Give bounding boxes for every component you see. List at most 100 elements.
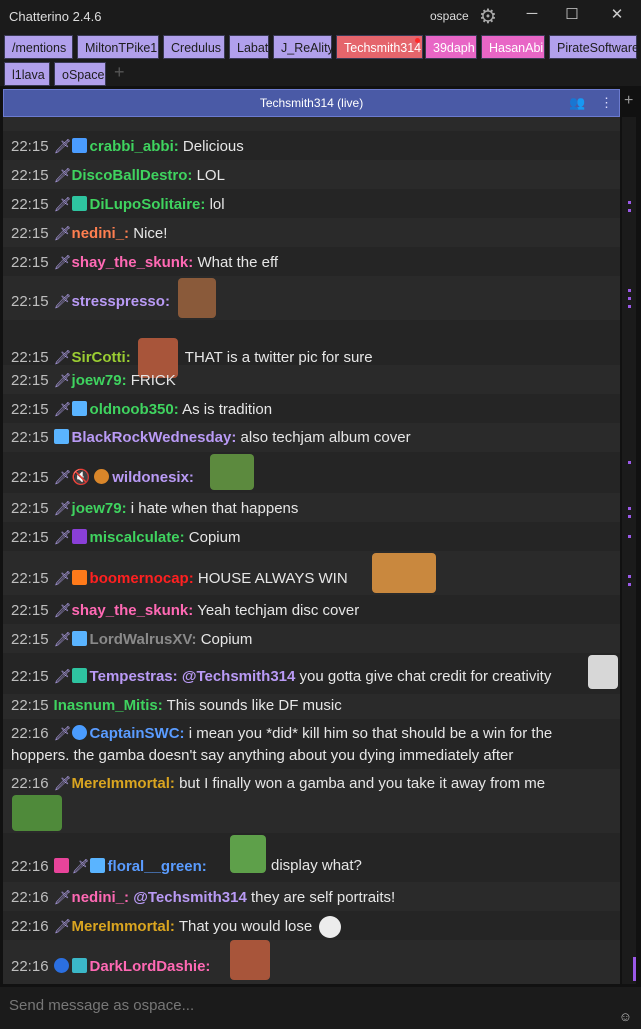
chat-message[interactable]: 22:15 🗡shay_the_skunk: What the eff xyxy=(3,247,620,276)
add-tab-icon[interactable]: + xyxy=(114,62,125,83)
tab-ospace[interactable]: oSpace xyxy=(54,62,106,86)
chat-messages[interactable]: 22:15 🗡 crabbi_abbi: Delicious 22:15 🗡Disco… xyxy=(3,117,620,984)
chat-message[interactable]: 22:15 🗡SirCotti: THAT is a twitter pic fo… xyxy=(3,320,620,378)
close-button[interactable]: ✕ xyxy=(607,5,627,23)
chat-message[interactable]: 22:15 🗡nedini_: Nice! xyxy=(3,218,620,247)
emote-white-face[interactable] xyxy=(319,916,342,939)
username[interactable]: DarkLordDashie: xyxy=(90,958,211,975)
emote-copium-frog[interactable] xyxy=(210,454,254,490)
tab-39daph[interactable]: 39daph xyxy=(425,35,477,59)
emote-face[interactable] xyxy=(588,655,618,689)
username[interactable]: wildonesix: xyxy=(112,469,194,486)
username[interactable]: Inasnum_Mitis: xyxy=(54,697,163,714)
mention[interactable]: @Techsmith314 xyxy=(182,668,296,685)
username[interactable]: MereImmortal: xyxy=(72,775,175,792)
username[interactable]: joew79: xyxy=(72,500,127,517)
message-input[interactable]: Send message as ospace... xyxy=(9,997,194,1014)
chat-message[interactable]: 22:16 🗡MereImmortal: That you would lose xyxy=(3,911,620,940)
chat-message[interactable]: 22:15 🗡shay_the_skunk: Yeah techjam disc … xyxy=(3,595,620,624)
username[interactable]: shay_the_skunk: xyxy=(72,254,194,271)
chat-message[interactable]: 22:15 🗡 DiLupoSolitaire: lol xyxy=(3,189,620,218)
username[interactable]: joew79: xyxy=(72,372,127,389)
minimize-button[interactable]: ─ xyxy=(522,5,542,22)
tab-techsmith314[interactable]: Techsmith314 xyxy=(336,35,423,59)
tab-j-reality[interactable]: J_ReAlity xyxy=(273,35,334,59)
sword-badge-icon: 🗡 xyxy=(53,570,72,586)
timestamp: 22:16 xyxy=(11,958,49,975)
username[interactable]: miscalculate: xyxy=(90,529,185,546)
username[interactable]: stresspresso: xyxy=(72,293,170,310)
clipped-message xyxy=(3,117,620,123)
chat-message[interactable]: 22:15 🗡joew79: FRICK xyxy=(3,365,620,394)
chat-message[interactable]: 22:16 🗡nedini_: @Techsmith314 they are se… xyxy=(3,882,620,911)
message-text: This sounds like DF music xyxy=(166,697,342,714)
chat-message[interactable]: 22:15 🗡 LordWalrusXV: Copium xyxy=(3,624,620,653)
message-input-bar[interactable]: Send message as ospace... ☺ xyxy=(0,987,641,1029)
crown-badge-icon xyxy=(71,631,87,646)
timestamp: 22:15 xyxy=(11,372,49,389)
emote-bearded-face[interactable] xyxy=(178,278,216,318)
username[interactable]: MereImmortal: xyxy=(72,918,175,935)
viewers-icon[interactable]: 👥 xyxy=(569,95,585,110)
chat-scrollbar[interactable] xyxy=(622,117,636,984)
chat-message[interactable]: 22:15 🗡stresspresso: xyxy=(3,276,620,320)
chat-message[interactable]: 22:15 🗡joew79: i hate when that happens xyxy=(3,493,620,522)
tab-l1lava[interactable]: l1lava xyxy=(4,62,50,86)
chat-message[interactable]: 22:16 🗡 floral__green: display what? xyxy=(3,833,620,882)
chat-message[interactable]: 22:16 🗡 CaptainSWC: i mean you *did* kill … xyxy=(3,719,620,769)
tab-piratesoftware[interactable]: PirateSoftware xyxy=(549,35,639,59)
username[interactable]: SirCotti: xyxy=(72,349,131,366)
mention[interactable]: @Techsmith314 xyxy=(133,889,247,906)
chat-message[interactable]: 22:15 BlackRockWednesday: also techjam al… xyxy=(3,423,620,452)
account-name[interactable]: ospace xyxy=(430,9,469,23)
emote-green-dino[interactable] xyxy=(230,835,266,873)
tab-mentions[interactable]: /mentions xyxy=(4,35,73,59)
username[interactable]: DiLupoSolitaire: xyxy=(90,196,206,213)
chat-message[interactable]: 22:15 🗡 Tempestras: @Techsmith314 you gott… xyxy=(3,653,620,694)
message-text: Copium xyxy=(188,529,241,546)
username[interactable]: nedini_: xyxy=(72,225,130,242)
chat-message[interactable]: 22:15 🗡 miscalculate: Copium xyxy=(3,522,620,551)
chat-message[interactable]: 22:15 🗡DiscoBallDestro: LOL xyxy=(3,160,620,189)
emote-cat[interactable] xyxy=(372,553,436,593)
username[interactable]: floral__green: xyxy=(108,858,207,875)
split-header[interactable]: Techsmith314 (live) 👥 ⋮ xyxy=(3,89,620,117)
username[interactable]: nedini_: xyxy=(72,889,130,906)
username[interactable]: LordWalrusXV: xyxy=(90,631,197,648)
more-menu-icon[interactable]: ⋮ xyxy=(600,95,613,110)
username[interactable]: crabbi_abbi: xyxy=(90,138,179,155)
message-text: they are self portraits! xyxy=(250,889,396,906)
tab-miltontpike1[interactable]: MiltonTPike1 xyxy=(77,35,159,59)
message-text: THAT is a twitter pic for sure xyxy=(184,348,373,366)
username[interactable]: oldnoob350: xyxy=(90,401,179,418)
tab-hasanabi[interactable]: HasanAbi xyxy=(481,35,545,59)
username[interactable]: shay_the_skunk: xyxy=(72,602,194,619)
username[interactable]: BlackRockWednesday: xyxy=(72,429,237,446)
tab-labat[interactable]: Labat xyxy=(229,35,269,59)
gift-badge-icon xyxy=(71,570,87,585)
chat-message[interactable]: 22:15 Inasnum_Mitis: This sounds like DF … xyxy=(3,694,620,719)
username[interactable]: CaptainSWC: xyxy=(90,725,185,742)
maximize-button[interactable]: ☐ xyxy=(562,5,582,23)
emote-sad-frog[interactable] xyxy=(12,795,62,831)
username[interactable]: Tempestras: xyxy=(90,668,178,685)
add-split-icon[interactable]: + xyxy=(624,92,633,110)
chat-message[interactable]: 22:15 🗡🔇 wildonesix: xyxy=(3,452,620,493)
muted-icon: 🔇 xyxy=(71,469,91,486)
chat-message[interactable]: 22:15 🗡 oldnoob350: As is tradition xyxy=(3,394,620,423)
settings-gear-icon[interactable]: ⚙ xyxy=(479,4,497,29)
username[interactable]: boomernocap: xyxy=(90,570,194,587)
emoji-picker-icon[interactable]: ☺ xyxy=(619,1009,632,1024)
chat-message[interactable]: 22:15 🗡 crabbi_abbi: Delicious xyxy=(3,131,620,160)
chat-message[interactable]: 22:16 🗡MereImmortal: but I finally won a … xyxy=(3,769,620,833)
sword-badge-icon: 🗡 xyxy=(53,918,72,934)
emote-laughing-man[interactable] xyxy=(230,940,270,980)
scroll-thumb[interactable] xyxy=(633,957,636,981)
sub-gift-badge-icon xyxy=(71,725,87,740)
sword-badge-icon: 🗡 xyxy=(53,668,72,684)
username[interactable]: DiscoBallDestro: xyxy=(72,167,193,184)
tab-credulus[interactable]: Credulus xyxy=(163,35,225,59)
chat-message[interactable]: 22:16 DarkLordDashie: xyxy=(3,940,620,984)
chat-message[interactable]: 22:15 🗡 boomernocap: HOUSE ALWAYS WIN xyxy=(3,551,620,595)
message-text: Nice! xyxy=(133,225,168,242)
